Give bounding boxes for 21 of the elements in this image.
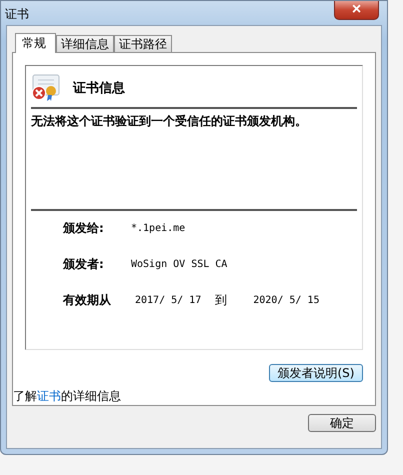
field-value: WoSign OV SSL CA	[131, 259, 228, 270]
tab[interactable]: 证书路径	[114, 35, 172, 52]
certificate-error-icon	[31, 74, 61, 102]
close-button[interactable]: ×	[334, 1, 379, 20]
issuer-statement-button[interactable]: 颁发者说明(S)	[269, 364, 363, 382]
date-value: 2017/ 5/ 17	[135, 295, 202, 306]
ok-button[interactable]: 确定	[308, 414, 376, 432]
field-value: *.1pei.me	[131, 223, 186, 234]
field-label: 颁发者:	[63, 256, 105, 273]
tab[interactable]: 详细信息	[56, 35, 114, 52]
certificate-link[interactable]: 证书	[37, 389, 61, 403]
learn-more-text: 的详细信息	[61, 389, 121, 403]
tab[interactable]: 常规	[15, 33, 56, 53]
learn-more-text: 了解	[13, 389, 37, 403]
window-title: 证书	[5, 6, 29, 23]
status-message: 无法将这个证书验证到一个受信任的证书颁发机构。	[31, 113, 308, 130]
field-label: 有效期从	[63, 292, 112, 309]
field-label: 颁发给:	[63, 220, 105, 237]
section-heading: 证书信息	[73, 80, 125, 97]
date-value: 2020/ 5/ 15	[253, 295, 320, 306]
date-separator: 到	[215, 292, 228, 309]
